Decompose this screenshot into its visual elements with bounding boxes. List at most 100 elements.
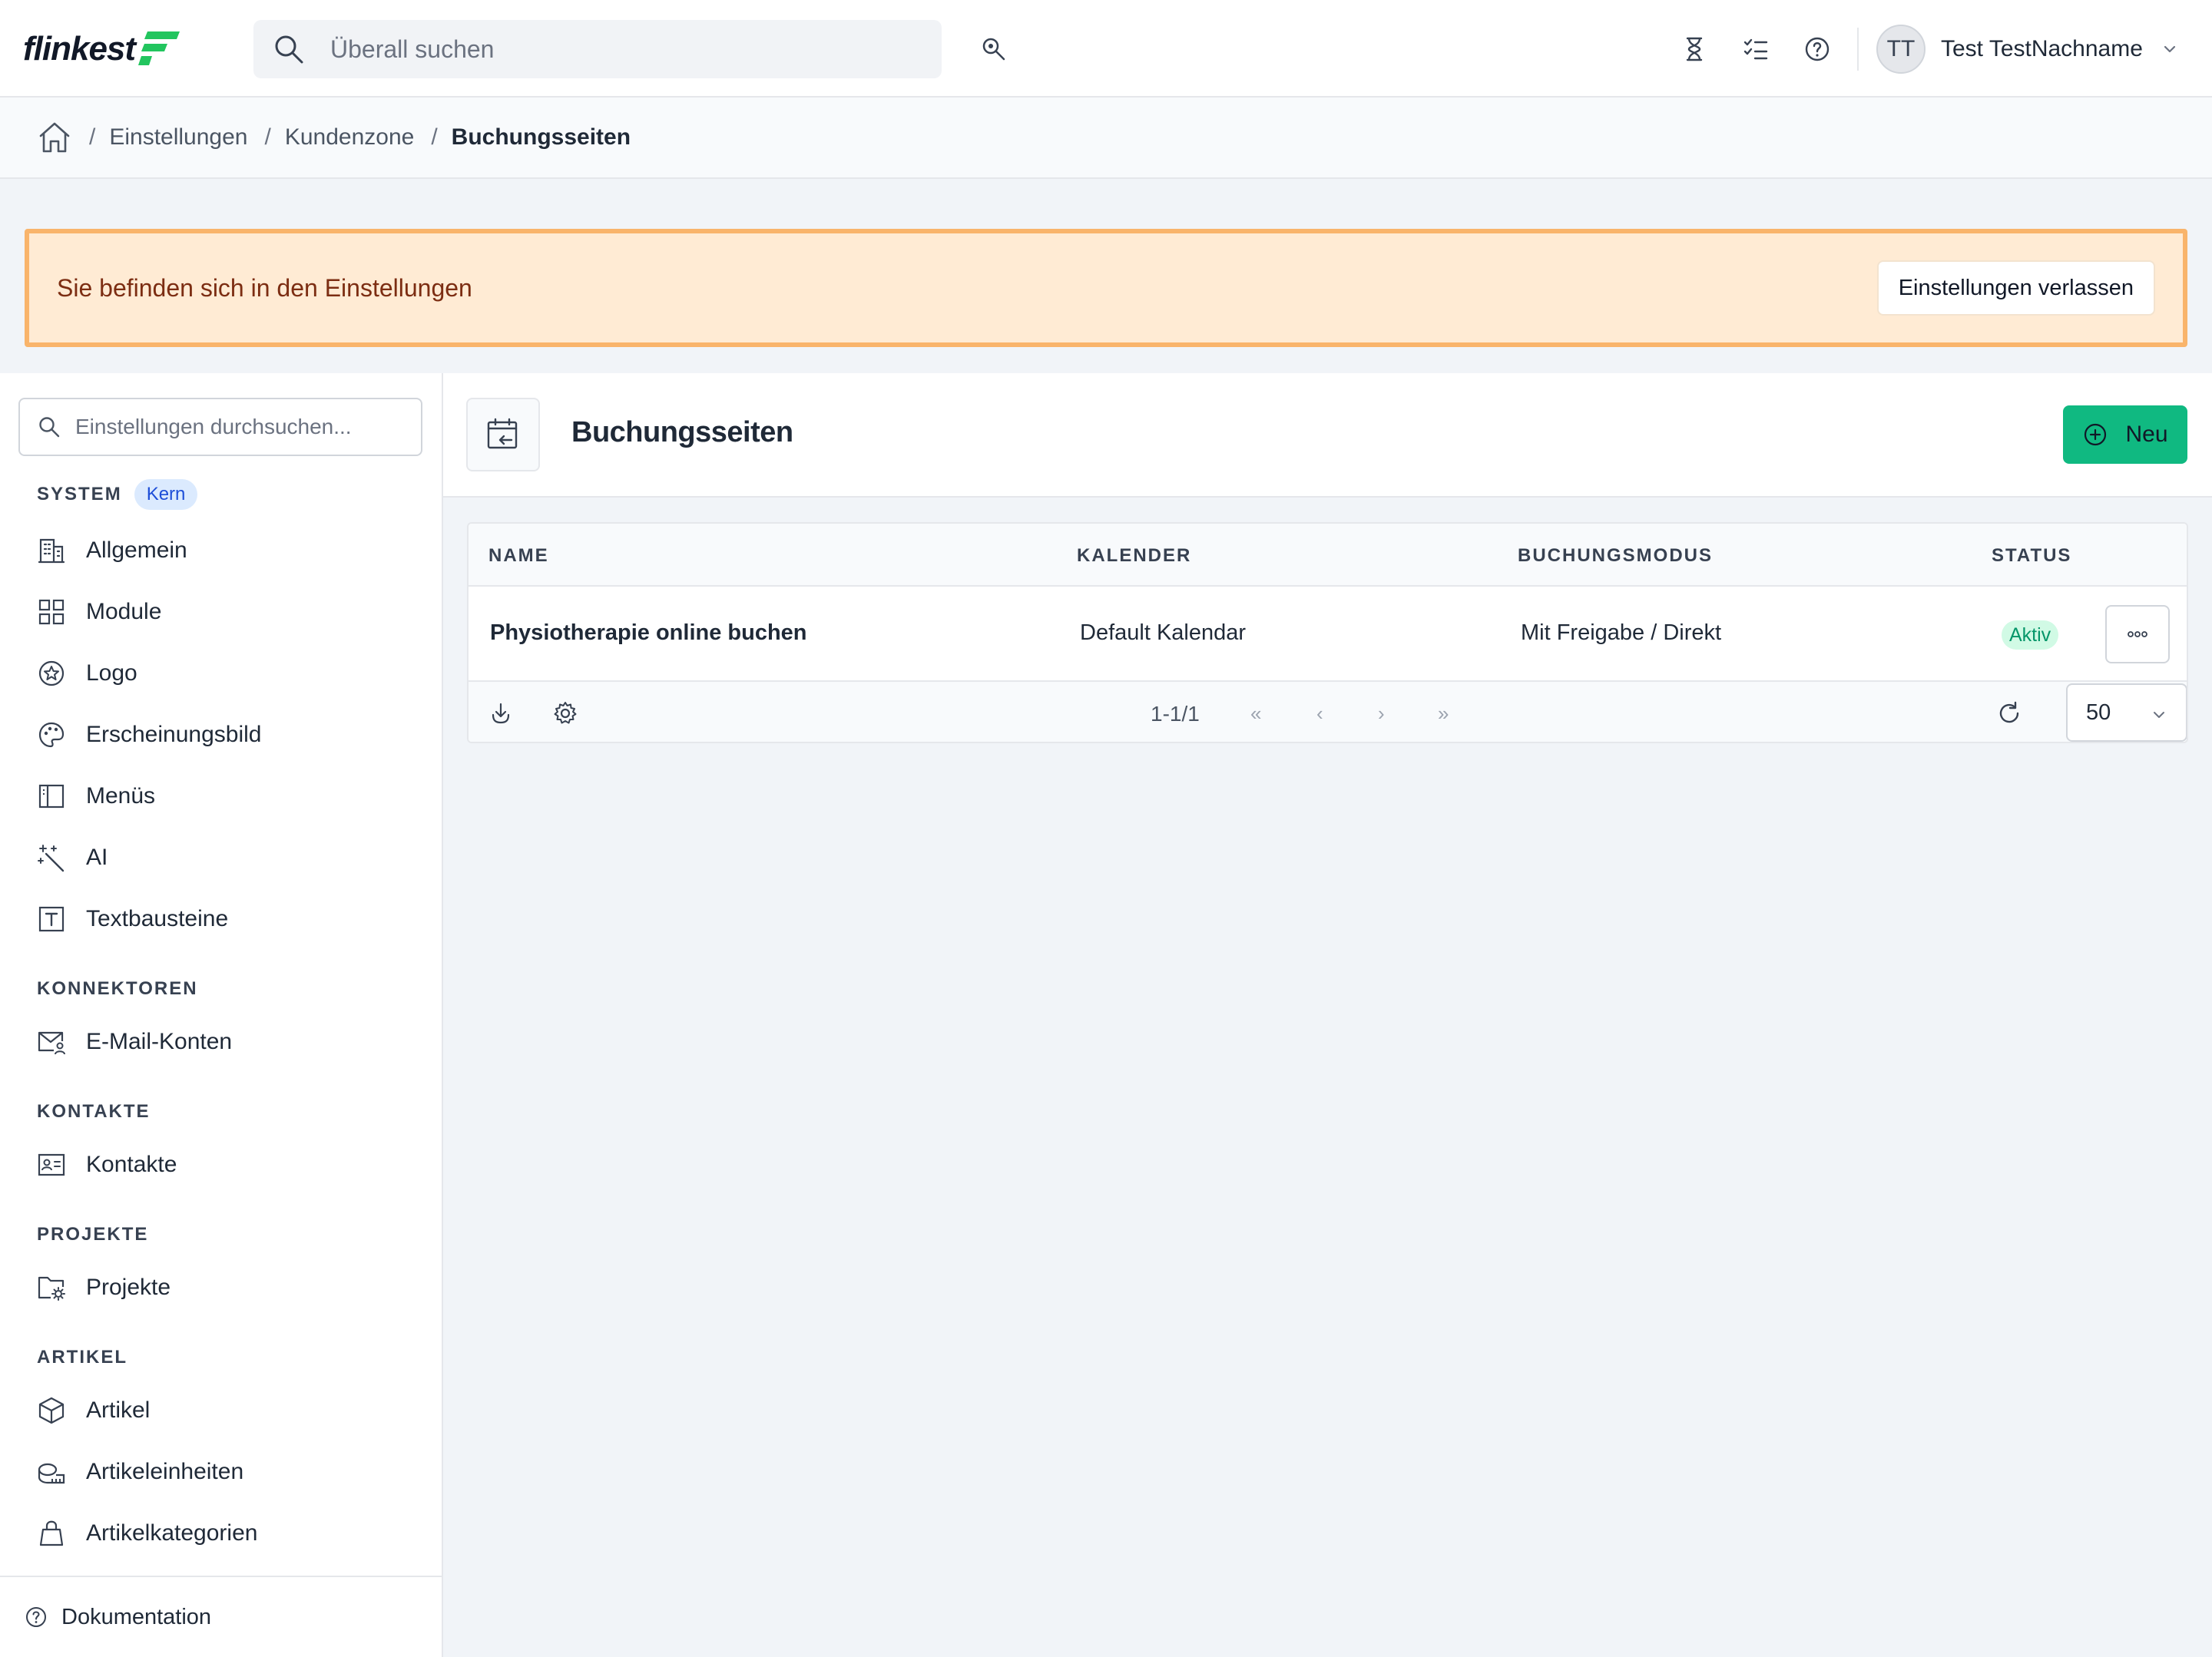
sidebar-item-menues[interactable]: Menüs — [37, 777, 155, 815]
new-button-label: Neu — [2125, 422, 2168, 447]
sidebar-item-textbausteine[interactable]: Textbausteine — [37, 900, 228, 938]
grid-icon — [38, 599, 65, 625]
sidebar-item-artikel[interactable]: Artikel — [37, 1391, 150, 1430]
column-header-status[interactable]: STATUS — [1992, 545, 2071, 567]
help-icon[interactable] — [1803, 35, 1831, 63]
settings-sidebar: SYSTEM Kern Allgemein Module Logo Ersche… — [0, 373, 443, 1657]
status-badge: Aktiv — [2002, 620, 2059, 650]
building-icon — [38, 538, 65, 564]
breadcrumb-current: Buchungsseiten — [451, 124, 631, 150]
mail-user-icon — [38, 1031, 65, 1055]
sidebar-item-label: AI — [86, 845, 108, 870]
sidebar-item-projekte[interactable]: Projekte — [37, 1268, 171, 1307]
section-title: KONNEKTOREN — [37, 978, 198, 999]
column-header-kalender[interactable]: KALENDER — [1077, 545, 1191, 567]
sidebar-item-allgemein[interactable]: Allgemein — [37, 531, 187, 570]
tasks-icon[interactable] — [1742, 35, 1770, 63]
global-search-input[interactable] — [330, 35, 868, 64]
user-name: Test TestNachname — [1941, 36, 2143, 61]
hourglass-icon[interactable] — [1681, 35, 1708, 63]
global-search[interactable] — [253, 20, 942, 78]
plus-circle-icon — [2085, 423, 2107, 446]
sidebar-item-label: Erscheinungsbild — [86, 722, 262, 747]
section-konnektoren: KONNEKTOREN — [37, 974, 198, 1004]
folder-gear-icon — [38, 1276, 65, 1301]
settings-gear-icon[interactable] — [551, 700, 579, 727]
section-title: KONTAKTE — [37, 1101, 151, 1122]
breadcrumb-einstellungen[interactable]: Einstellungen — [109, 124, 247, 150]
cube-icon — [38, 1397, 65, 1424]
breadcrumb-kundenzone[interactable]: Kundenzone — [285, 124, 415, 150]
contact-card-icon — [38, 1153, 65, 1176]
page-icon — [466, 398, 540, 471]
sidebar-item-label: Logo — [86, 660, 137, 686]
page-size-select[interactable]: 50 — [2066, 683, 2187, 742]
table-header: NAME KALENDER BUCHUNGSMODUS STATUS — [469, 524, 2187, 587]
cell-kalender: Default Kalendar — [1080, 620, 1247, 645]
sidebar-item-e-mail-konten[interactable]: E-Mail-Konten — [37, 1023, 232, 1061]
sidebar-layout-icon — [38, 784, 65, 809]
sidebar-item-label: Allgemein — [86, 537, 187, 563]
magic-wand-icon — [38, 845, 65, 872]
kern-badge: Kern — [134, 479, 198, 510]
documentation-label: Dokumentation — [61, 1604, 212, 1629]
page-header: Buchungsseiten Neu — [443, 373, 2212, 498]
sidebar-item-label: Projekte — [86, 1275, 171, 1300]
home-icon[interactable] — [37, 120, 72, 155]
sidebar-item-module[interactable]: Module — [37, 593, 161, 631]
sidebar-item-label: Module — [86, 599, 162, 624]
first-page-button[interactable]: « — [1250, 702, 1261, 726]
advanced-search-icon[interactable] — [980, 35, 1008, 63]
sidebar-item-artikelkategorien[interactable]: Artikelkategorien — [37, 1514, 257, 1553]
exit-settings-button[interactable]: Einstellungen verlassen — [1876, 260, 2155, 316]
chevron-down-icon — [2164, 45, 2176, 53]
section-artikel: ARTIKEL — [37, 1342, 127, 1373]
help-icon — [26, 1607, 46, 1627]
pagination-range: 1-1/1 — [1151, 702, 1200, 726]
logo-text: flinkest — [23, 30, 136, 68]
sidebar-item-label: Menüs — [86, 783, 156, 809]
chevron-down-icon — [2154, 712, 2164, 718]
text-box-icon — [38, 906, 65, 932]
page-size-value: 50 — [2086, 700, 2111, 725]
column-header-name[interactable]: NAME — [488, 545, 549, 567]
booking-pages-table: NAME KALENDER BUCHUNGSMODUS STATUS Physi… — [467, 522, 2188, 743]
settings-search[interactable] — [18, 398, 422, 456]
search-icon — [39, 417, 60, 438]
ruler-icon — [38, 1463, 65, 1484]
table-footer: 1-1/1 « ‹ › » 50 — [469, 682, 2187, 742]
table-row[interactable]: Physiotherapie online buchen Default Kal… — [469, 587, 2187, 682]
settings-search-input[interactable] — [75, 415, 413, 439]
banner-text: Sie befinden sich in den Einstellungen — [57, 273, 472, 302]
section-title: SYSTEM — [37, 484, 122, 504]
breadcrumb: / Einstellungen / Kundenzone / Buchungss… — [0, 98, 2212, 179]
refresh-icon[interactable] — [1995, 700, 2023, 727]
sidebar-item-kontakte[interactable]: Kontakte — [37, 1146, 177, 1184]
app-logo[interactable]: flinkest — [23, 28, 181, 71]
sidebar-item-label: E-Mail-Konten — [86, 1029, 233, 1054]
section-title: PROJEKTE — [37, 1224, 149, 1245]
section-kontakte: KONTAKTE — [37, 1096, 151, 1127]
user-menu[interactable]: TT Test TestNachname — [1876, 24, 2180, 74]
row-actions-button[interactable] — [2105, 605, 2170, 663]
search-icon — [275, 35, 303, 64]
page-title: Buchungsseiten — [571, 416, 793, 448]
section-title: ARTIKEL — [37, 1347, 127, 1368]
download-icon[interactable] — [487, 700, 515, 727]
new-button[interactable]: Neu — [2063, 405, 2187, 464]
sidebar-item-artikeleinheiten[interactable]: Artikeleinheiten — [37, 1453, 243, 1491]
cell-buchungsmodus: Mit Freigabe / Direkt — [1521, 620, 1722, 645]
sidebar-item-ai[interactable]: AI — [37, 838, 108, 877]
cell-name[interactable]: Physiotherapie online buchen — [490, 620, 807, 646]
column-header-buchungsmodus[interactable]: BUCHUNGSMODUS — [1518, 545, 1713, 567]
sidebar-item-label: Kontakte — [86, 1152, 177, 1177]
top-bar: flinkest TT Test TestNachname — [0, 0, 2212, 98]
prev-page-button[interactable]: ‹ — [1316, 702, 1323, 726]
sidebar-item-logo[interactable]: Logo — [37, 654, 137, 693]
last-page-button[interactable]: » — [1438, 702, 1449, 726]
star-badge-icon — [38, 660, 65, 686]
next-page-button[interactable]: › — [1378, 702, 1385, 726]
logo-mark-icon — [138, 31, 180, 65]
sidebar-item-erscheinungsbild[interactable]: Erscheinungsbild — [37, 716, 261, 754]
documentation-link[interactable]: Dokumentation — [0, 1576, 442, 1657]
